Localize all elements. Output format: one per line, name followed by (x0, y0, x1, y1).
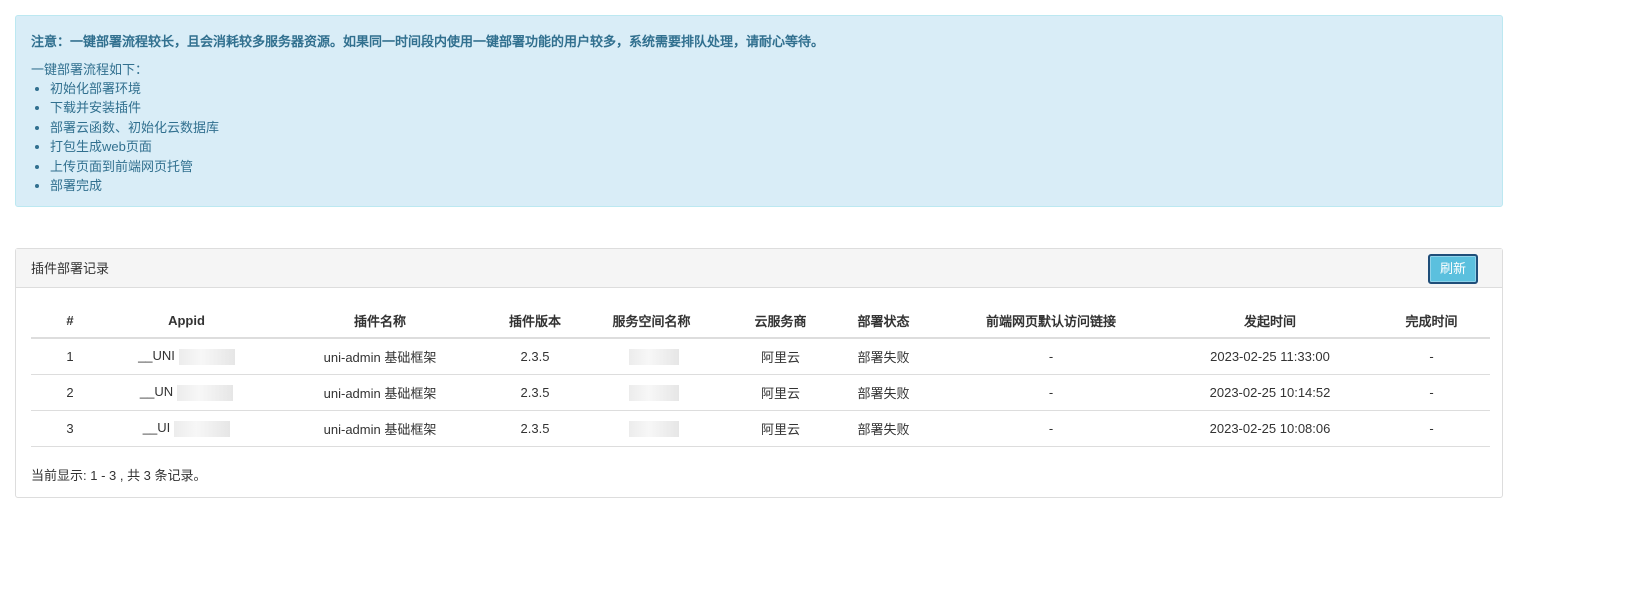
cell-provider: 阿里云 (729, 410, 832, 447)
deploy-step: 打包生成web页面 (50, 137, 1487, 156)
table-row: 2 __UN uni-admin 基础框架 2.3.5 阿里云 部署失败 - 2… (31, 374, 1490, 411)
col-header-end-time: 完成时间 (1373, 304, 1490, 339)
redaction-mask (177, 384, 234, 401)
pagination-summary: 当前显示: 1 - 3 , 共 3 条记录。 (31, 468, 207, 483)
col-header-index: # (31, 304, 109, 339)
deploy-records-panel: 插件部署记录 刷新 # Appid 插件名称 插件版本 服务空间名称 云服务商 … (15, 248, 1503, 498)
cell-index: 2 (31, 374, 109, 411)
deploy-records-table: # Appid 插件名称 插件版本 服务空间名称 云服务商 部署状态 前端网页默… (31, 304, 1490, 447)
cell-end-time: - (1373, 374, 1490, 411)
cell-plugin-version: 2.3.5 (496, 374, 574, 411)
panel-heading: 插件部署记录 刷新 (16, 249, 1502, 288)
table-row: 1 __UNI uni-admin 基础框架 2.3.5 阿里云 部署失败 - … (31, 338, 1490, 375)
cell-plugin-name: uni-admin 基础框架 (264, 374, 496, 411)
cell-status: 部署失败 (832, 410, 935, 447)
table-header-row: # Appid 插件名称 插件版本 服务空间名称 云服务商 部署状态 前端网页默… (31, 304, 1490, 339)
cell-appid: __UNI (109, 338, 264, 375)
col-header-status: 部署状态 (832, 304, 935, 339)
table-row: 3 __UI uni-admin 基础框架 2.3.5 阿里云 部署失败 - 2… (31, 410, 1490, 447)
cell-plugin-name: uni-admin 基础框架 (264, 410, 496, 447)
cell-appid: __UI (109, 410, 264, 447)
cell-space-name (574, 374, 729, 411)
col-header-appid: Appid (109, 304, 264, 339)
notice-text: 注意：一键部署流程较长，且会消耗较多服务器资源。如果同一时间段内使用一键部署功能… (31, 34, 825, 49)
cell-plugin-name: uni-admin 基础框架 (264, 338, 496, 375)
redaction-mask (178, 348, 235, 365)
deploy-step: 初始化部署环境 (50, 79, 1487, 98)
redaction-mask (174, 420, 231, 437)
col-header-provider: 云服务商 (729, 304, 832, 339)
deploy-steps-list: 初始化部署环境 下载并安装插件 部署云函数、初始化云数据库 打包生成web页面 … (31, 79, 1487, 195)
cell-space-name (574, 410, 729, 447)
cell-link: - (935, 374, 1167, 411)
deploy-step: 部署完成 (50, 176, 1487, 195)
cell-start-time: 2023-02-25 11:33:00 (1167, 338, 1373, 375)
col-header-start-time: 发起时间 (1167, 304, 1373, 339)
cell-link: - (935, 338, 1167, 375)
col-header-link: 前端网页默认访问链接 (935, 304, 1167, 339)
cell-space-name (574, 338, 729, 375)
cell-status: 部署失败 (832, 338, 935, 375)
cell-start-time: 2023-02-25 10:08:06 (1167, 410, 1373, 447)
cell-status: 部署失败 (832, 374, 935, 411)
cell-end-time: - (1373, 410, 1490, 447)
col-header-plugin-name: 插件名称 (264, 304, 496, 339)
steps-intro: 一键部署流程如下： (31, 62, 149, 77)
col-header-space-name: 服务空间名称 (574, 304, 729, 339)
deploy-step: 上传页面到前端网页托管 (50, 157, 1487, 176)
cell-link: - (935, 410, 1167, 447)
deploy-notice-alert: 注意：一键部署流程较长，且会消耗较多服务器资源。如果同一时间段内使用一键部署功能… (15, 15, 1503, 207)
refresh-button[interactable]: 刷新 (1428, 254, 1478, 284)
deploy-step: 下载并安装插件 (50, 98, 1487, 117)
cell-plugin-version: 2.3.5 (496, 338, 574, 375)
redaction-mask (628, 384, 679, 401)
cell-appid: __UN (109, 374, 264, 411)
cell-provider: 阿里云 (729, 338, 832, 375)
redaction-mask (628, 348, 679, 365)
col-header-plugin-version: 插件版本 (496, 304, 574, 339)
cell-provider: 阿里云 (729, 374, 832, 411)
cell-plugin-version: 2.3.5 (496, 410, 574, 447)
cell-index: 1 (31, 338, 109, 375)
deploy-step: 部署云函数、初始化云数据库 (50, 118, 1487, 137)
cell-end-time: - (1373, 338, 1490, 375)
redaction-mask (628, 420, 679, 437)
cell-index: 3 (31, 410, 109, 447)
cell-start-time: 2023-02-25 10:14:52 (1167, 374, 1373, 411)
panel-title: 插件部署记录 (31, 261, 110, 276)
